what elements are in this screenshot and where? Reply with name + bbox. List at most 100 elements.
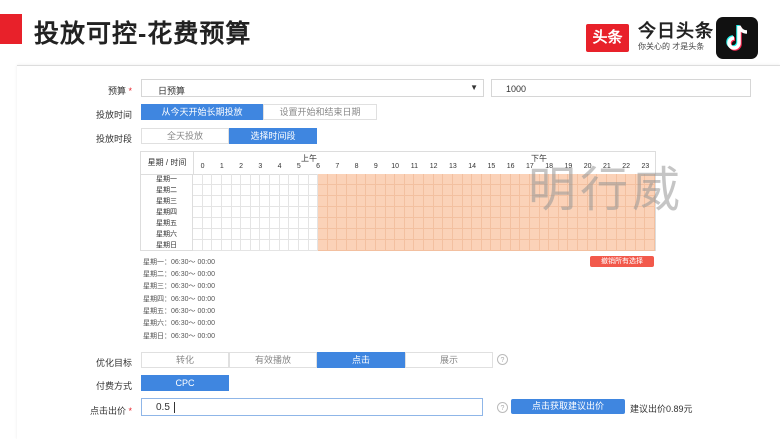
time-cell[interactable] xyxy=(404,229,415,240)
time-cell[interactable] xyxy=(501,185,511,196)
time-cell[interactable] xyxy=(308,207,319,218)
time-cell[interactable] xyxy=(635,240,646,251)
time-cell[interactable] xyxy=(231,240,242,251)
time-cell[interactable] xyxy=(308,196,319,207)
time-cell[interactable] xyxy=(260,218,270,229)
time-cell[interactable] xyxy=(260,240,270,251)
time-cell[interactable] xyxy=(452,240,463,251)
question-circle-icon[interactable]: ? xyxy=(497,402,508,413)
time-cell[interactable] xyxy=(356,185,367,196)
time-cell[interactable] xyxy=(356,174,367,185)
time-cell[interactable] xyxy=(539,229,550,240)
time-cell[interactable] xyxy=(587,229,598,240)
time-cell[interactable] xyxy=(212,240,222,251)
time-cell[interactable] xyxy=(491,196,501,207)
time-cell[interactable] xyxy=(462,218,473,229)
time-cell[interactable] xyxy=(260,185,270,196)
time-cell[interactable] xyxy=(414,174,424,185)
time-cell[interactable] xyxy=(443,207,453,218)
time-cell[interactable] xyxy=(414,207,424,218)
time-cell[interactable] xyxy=(616,240,627,251)
time-cell[interactable] xyxy=(578,240,588,251)
time-cell[interactable] xyxy=(385,240,396,251)
time-cell[interactable] xyxy=(250,196,261,207)
time-cell[interactable] xyxy=(645,229,655,240)
time-cell[interactable] xyxy=(366,185,376,196)
time-cell[interactable] xyxy=(270,174,280,185)
time-cell[interactable] xyxy=(337,229,347,240)
time-cell[interactable] xyxy=(510,207,521,218)
time-cell[interactable] xyxy=(501,174,511,185)
all-day-option[interactable]: 全天投放 xyxy=(141,128,229,144)
time-cell[interactable] xyxy=(501,196,511,207)
time-cell[interactable] xyxy=(462,207,473,218)
time-cell[interactable] xyxy=(327,218,338,229)
time-cell[interactable] xyxy=(337,196,347,207)
time-cell[interactable] xyxy=(289,207,299,218)
time-cell[interactable] xyxy=(289,229,299,240)
time-cell[interactable] xyxy=(231,229,242,240)
time-cell[interactable] xyxy=(308,218,319,229)
time-cell[interactable] xyxy=(472,218,482,229)
time-cell[interactable] xyxy=(298,174,309,185)
time-cell[interactable] xyxy=(221,185,232,196)
time-cell[interactable] xyxy=(279,229,290,240)
question-circle-icon[interactable]: ? xyxy=(497,354,508,365)
time-cell[interactable] xyxy=(202,207,213,218)
time-cell[interactable] xyxy=(385,174,396,185)
time-cell[interactable] xyxy=(241,218,251,229)
time-cell[interactable] xyxy=(616,229,627,240)
time-cell[interactable] xyxy=(347,196,357,207)
time-cell[interactable] xyxy=(385,218,396,229)
time-cell[interactable] xyxy=(385,229,396,240)
time-cell[interactable] xyxy=(212,229,222,240)
budget-type-select[interactable]: 日预算 ▼ xyxy=(141,79,484,97)
time-cell[interactable] xyxy=(452,229,463,240)
time-cell[interactable] xyxy=(231,174,242,185)
time-cell[interactable] xyxy=(385,207,396,218)
time-cell[interactable] xyxy=(298,207,309,218)
budget-amount-input[interactable]: 1000 xyxy=(491,79,751,97)
time-cell[interactable] xyxy=(385,185,396,196)
time-cell[interactable] xyxy=(395,229,405,240)
time-cell[interactable] xyxy=(212,185,222,196)
time-cell[interactable] xyxy=(462,185,473,196)
time-cell[interactable] xyxy=(433,196,444,207)
time-cell[interactable] xyxy=(404,196,415,207)
time-cell[interactable] xyxy=(375,240,386,251)
time-cell[interactable] xyxy=(510,174,521,185)
time-cell[interactable] xyxy=(433,240,444,251)
time-cell[interactable] xyxy=(578,229,588,240)
time-cell[interactable] xyxy=(202,218,213,229)
time-cell[interactable] xyxy=(279,174,290,185)
time-cell[interactable] xyxy=(472,229,482,240)
time-cell[interactable] xyxy=(645,240,655,251)
time-cell[interactable] xyxy=(193,229,203,240)
time-cell[interactable] xyxy=(452,196,463,207)
time-cell[interactable] xyxy=(462,196,473,207)
goal-option-valid-play[interactable]: 有效播放 xyxy=(229,352,317,368)
time-cell[interactable] xyxy=(587,240,598,251)
time-cell[interactable] xyxy=(298,196,309,207)
time-cell[interactable] xyxy=(279,240,290,251)
time-cell[interactable] xyxy=(549,240,559,251)
time-cell[interactable] xyxy=(529,229,540,240)
time-cell[interactable] xyxy=(193,207,203,218)
time-cell[interactable] xyxy=(395,207,405,218)
time-cell[interactable] xyxy=(491,240,501,251)
time-cell[interactable] xyxy=(558,240,569,251)
time-cell[interactable] xyxy=(481,229,492,240)
time-cell[interactable] xyxy=(424,185,434,196)
time-cell[interactable] xyxy=(385,196,396,207)
time-cell[interactable] xyxy=(318,207,328,218)
time-cell[interactable] xyxy=(347,174,357,185)
time-cell[interactable] xyxy=(606,229,617,240)
time-cell[interactable] xyxy=(270,185,280,196)
time-cell[interactable] xyxy=(375,207,386,218)
time-cell[interactable] xyxy=(318,196,328,207)
time-cell[interactable] xyxy=(250,174,261,185)
time-cell[interactable] xyxy=(501,207,511,218)
time-cell[interactable] xyxy=(481,185,492,196)
time-cell[interactable] xyxy=(443,229,453,240)
time-cell[interactable] xyxy=(424,174,434,185)
